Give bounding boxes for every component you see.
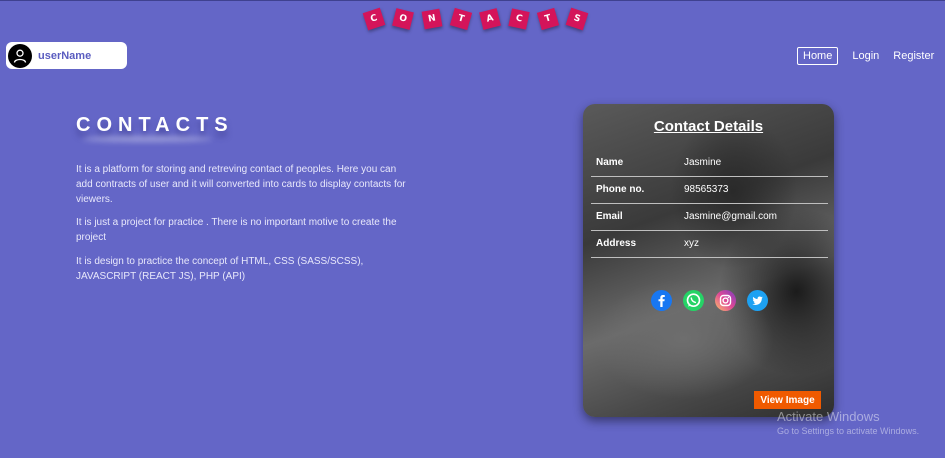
instagram-icon[interactable] bbox=[715, 290, 736, 311]
row-value: Jasmine bbox=[684, 157, 722, 168]
nav-home-link[interactable]: Home bbox=[797, 47, 839, 65]
logo-letter: O bbox=[392, 8, 414, 30]
windows-activation-hint: Go to Settings to activate Windows. bbox=[777, 426, 920, 436]
contact-card: Contact Details Name Jasmine Phone no. 9… bbox=[583, 104, 834, 417]
row-label: Name bbox=[596, 157, 624, 168]
row-value: xyz bbox=[684, 238, 699, 249]
row-value: 98565373 bbox=[684, 184, 729, 195]
title-underline-glow bbox=[82, 136, 212, 142]
nav-login-link[interactable]: Login bbox=[852, 50, 879, 62]
contact-row-address: Address xyz bbox=[591, 231, 828, 258]
card-title: Contact Details bbox=[653, 118, 764, 135]
contact-row-email: Email Jasmine@gmail.com bbox=[591, 204, 828, 231]
whatsapp-icon[interactable] bbox=[683, 290, 704, 311]
user-name: userName bbox=[38, 49, 92, 62]
main-nav: Home Login Register bbox=[797, 46, 934, 66]
user-badge[interactable]: userName bbox=[6, 42, 127, 69]
logo-letter: S bbox=[565, 7, 589, 31]
logo-letter: T bbox=[536, 7, 560, 31]
logo-letter: T bbox=[449, 7, 473, 31]
windows-activation-watermark: Activate Windows bbox=[777, 409, 880, 424]
view-image-button[interactable]: View Image bbox=[754, 391, 821, 409]
row-label: Address bbox=[596, 238, 637, 249]
social-links bbox=[651, 290, 768, 311]
twitter-icon[interactable] bbox=[747, 290, 768, 311]
logo-letter: N bbox=[421, 8, 443, 30]
intro-paragraph: It is design to practice the concept of … bbox=[76, 256, 364, 282]
site-logo: C O N T A C T S bbox=[362, 7, 589, 34]
row-label: Phone no. bbox=[596, 184, 645, 195]
contact-row-name: Name Jasmine bbox=[591, 150, 828, 177]
row-label: Email bbox=[596, 211, 623, 222]
logo-letter: C bbox=[508, 8, 530, 30]
facebook-icon[interactable] bbox=[651, 290, 672, 311]
row-value: Jasmine@gmail.com bbox=[684, 211, 777, 222]
top-border bbox=[0, 0, 945, 1]
contact-row-phone: Phone no. 98565373 bbox=[591, 177, 828, 204]
intro-paragraph: It is just a project for practice . Ther… bbox=[76, 217, 397, 243]
logo-letter: A bbox=[479, 8, 501, 30]
nav-register-link[interactable]: Register bbox=[893, 50, 934, 62]
intro-paragraph: It is a platform for storing and retrevi… bbox=[76, 164, 406, 205]
user-icon bbox=[8, 43, 32, 68]
logo-letter: C bbox=[362, 7, 386, 31]
page-title: CONTACTS bbox=[76, 114, 234, 136]
